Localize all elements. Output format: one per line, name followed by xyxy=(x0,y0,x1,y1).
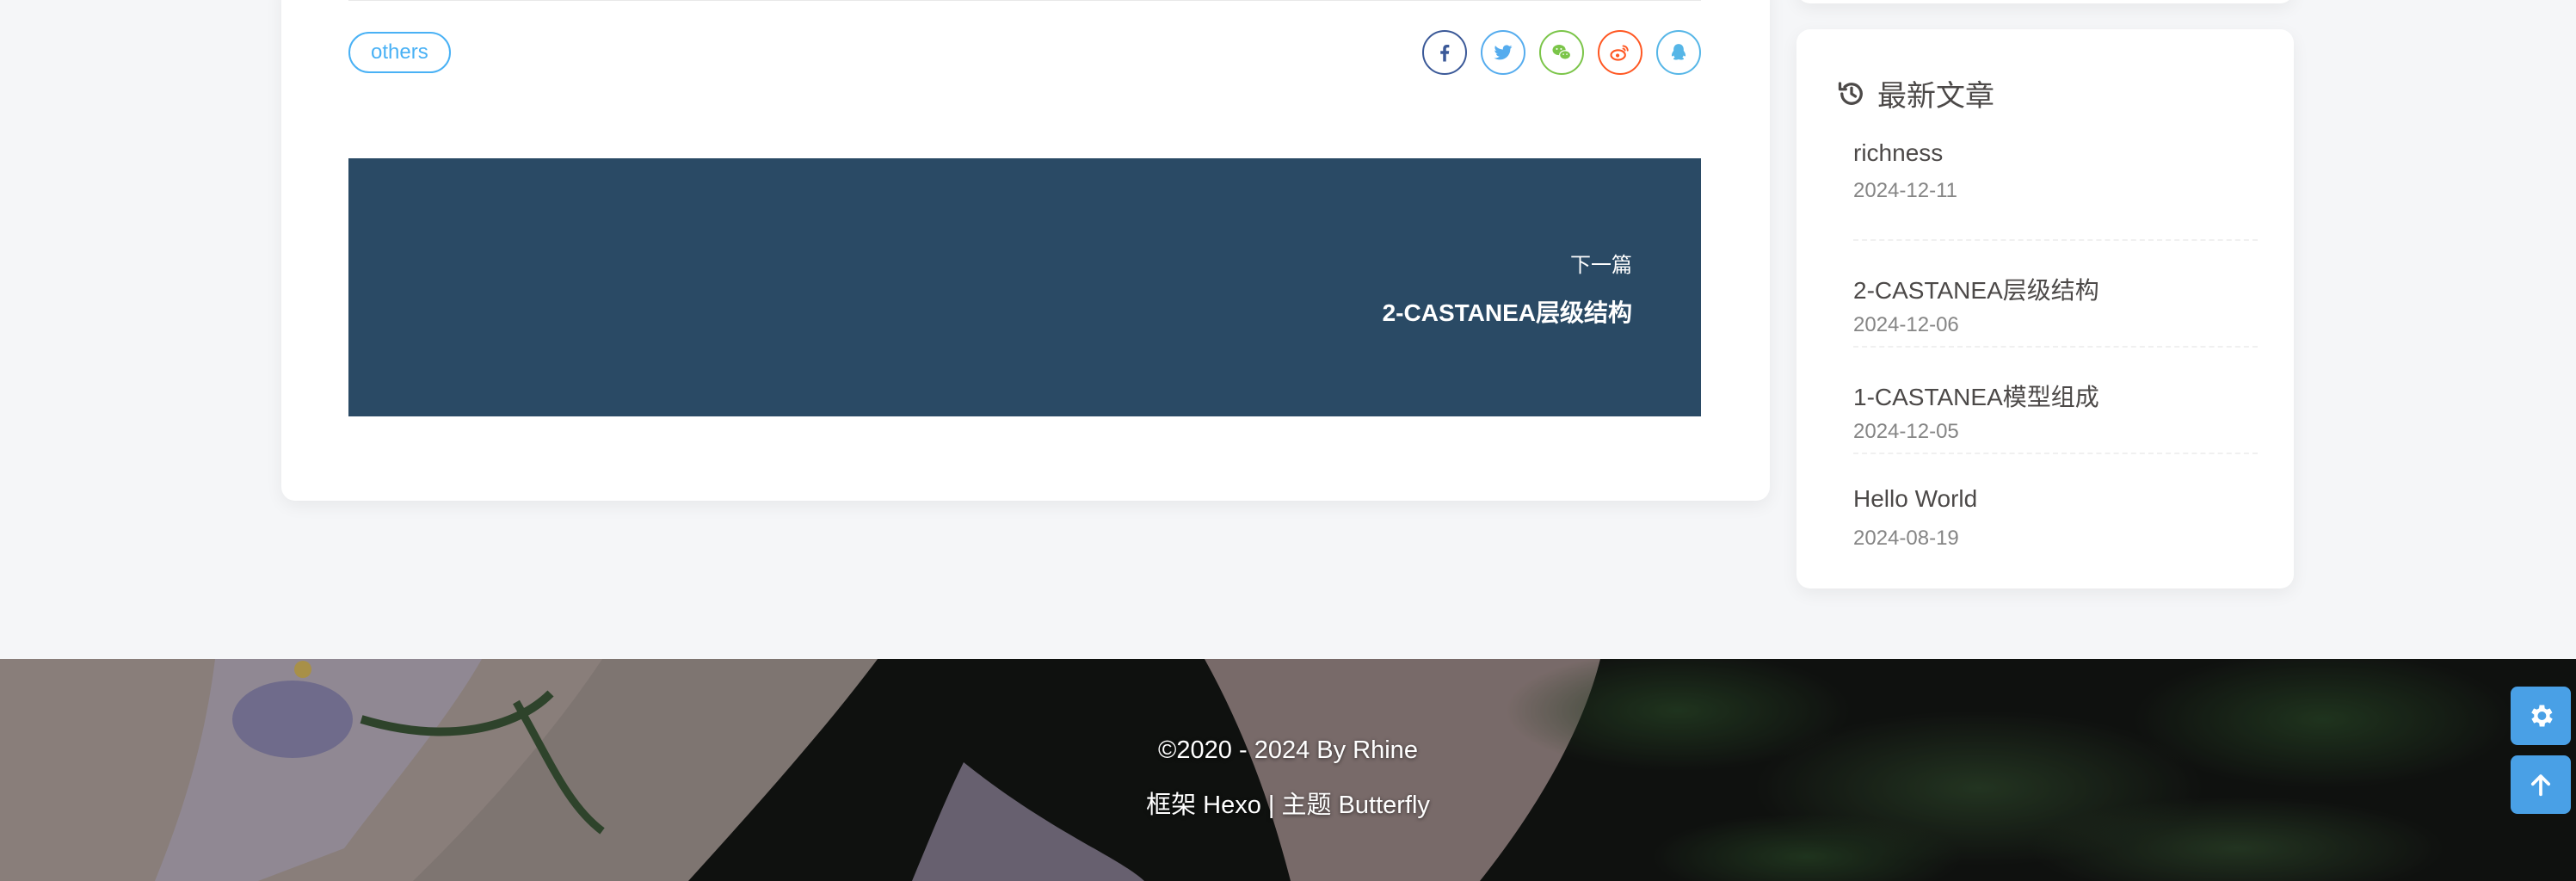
divider xyxy=(348,0,1701,1)
list-item[interactable]: Hello World 2024-08-19 xyxy=(1853,454,2258,561)
share-facebook-button[interactable] xyxy=(1422,30,1467,75)
share-twitter-button[interactable] xyxy=(1481,30,1525,75)
recent-post-title[interactable]: Hello World xyxy=(1853,485,1977,513)
footer-background-image xyxy=(0,659,2576,881)
gear-icon xyxy=(2531,705,2553,727)
settings-button[interactable] xyxy=(2511,687,2571,745)
tag-label: others xyxy=(371,40,428,64)
recent-posts-card: 最新文章 richness 2024-12-11 2-CASTANEA层级结构 … xyxy=(1796,29,2294,588)
next-post-link[interactable]: 下一篇 2-CASTANEA层级结构 xyxy=(348,158,1701,416)
wechat-icon xyxy=(1552,45,1572,60)
recent-post-date: 2024-08-19 xyxy=(1853,527,1959,550)
recent-posts-header: 最新文章 xyxy=(1836,72,1994,114)
share-qq-button[interactable] xyxy=(1656,30,1701,75)
share-buttons xyxy=(1422,30,1701,75)
recent-post-title[interactable]: 1-CASTANEA模型组成 xyxy=(1853,379,2099,413)
list-item[interactable]: 2-CASTANEA层级结构 2024-12-06 xyxy=(1853,241,2258,348)
sidebar-card-previous xyxy=(1796,0,2294,3)
list-item[interactable]: 1-CASTANEA模型组成 2024-12-05 xyxy=(1853,348,2258,454)
recent-posts-title: 最新文章 xyxy=(1877,80,1994,113)
recent-posts-list: richness 2024-12-11 2-CASTANEA层级结构 2024-… xyxy=(1853,139,2258,561)
next-post-title: 2-CASTANEA层级结构 xyxy=(1382,299,1632,326)
twitter-icon xyxy=(1494,45,1513,60)
site-footer: ©2020 - 2024 By Rhine 框架 Hexo | 主题 Butte… xyxy=(0,659,2576,881)
arrow-up-icon xyxy=(2530,774,2551,797)
recent-post-title[interactable]: 2-CASTANEA层级结构 xyxy=(1853,272,2099,306)
facebook-icon xyxy=(1440,45,1450,62)
share-weibo-button[interactable] xyxy=(1598,30,1642,75)
list-item[interactable]: richness 2024-12-11 xyxy=(1853,139,2258,241)
post-card: others 下一篇 2-CASTANEA层级结构 xyxy=(281,0,1770,501)
recent-post-date: 2024-12-11 xyxy=(1853,179,1957,202)
tag-others[interactable]: others xyxy=(348,32,451,73)
weibo-icon xyxy=(1610,45,1629,61)
recent-post-title[interactable]: richness xyxy=(1853,139,1943,167)
footer-framework[interactable]: 框架 Hexo | 主题 Butterfly xyxy=(0,785,2576,821)
recent-post-date: 2024-12-06 xyxy=(1853,313,1959,336)
qq-icon xyxy=(1671,44,1686,60)
share-wechat-button[interactable] xyxy=(1539,30,1584,75)
history-icon xyxy=(1838,81,1863,105)
footer-copyright: ©2020 - 2024 By Rhine xyxy=(1158,736,1418,764)
next-post-label: 下一篇 xyxy=(1570,254,1632,277)
back-to-top-button[interactable] xyxy=(2511,755,2571,814)
recent-post-date: 2024-12-05 xyxy=(1853,420,1959,443)
